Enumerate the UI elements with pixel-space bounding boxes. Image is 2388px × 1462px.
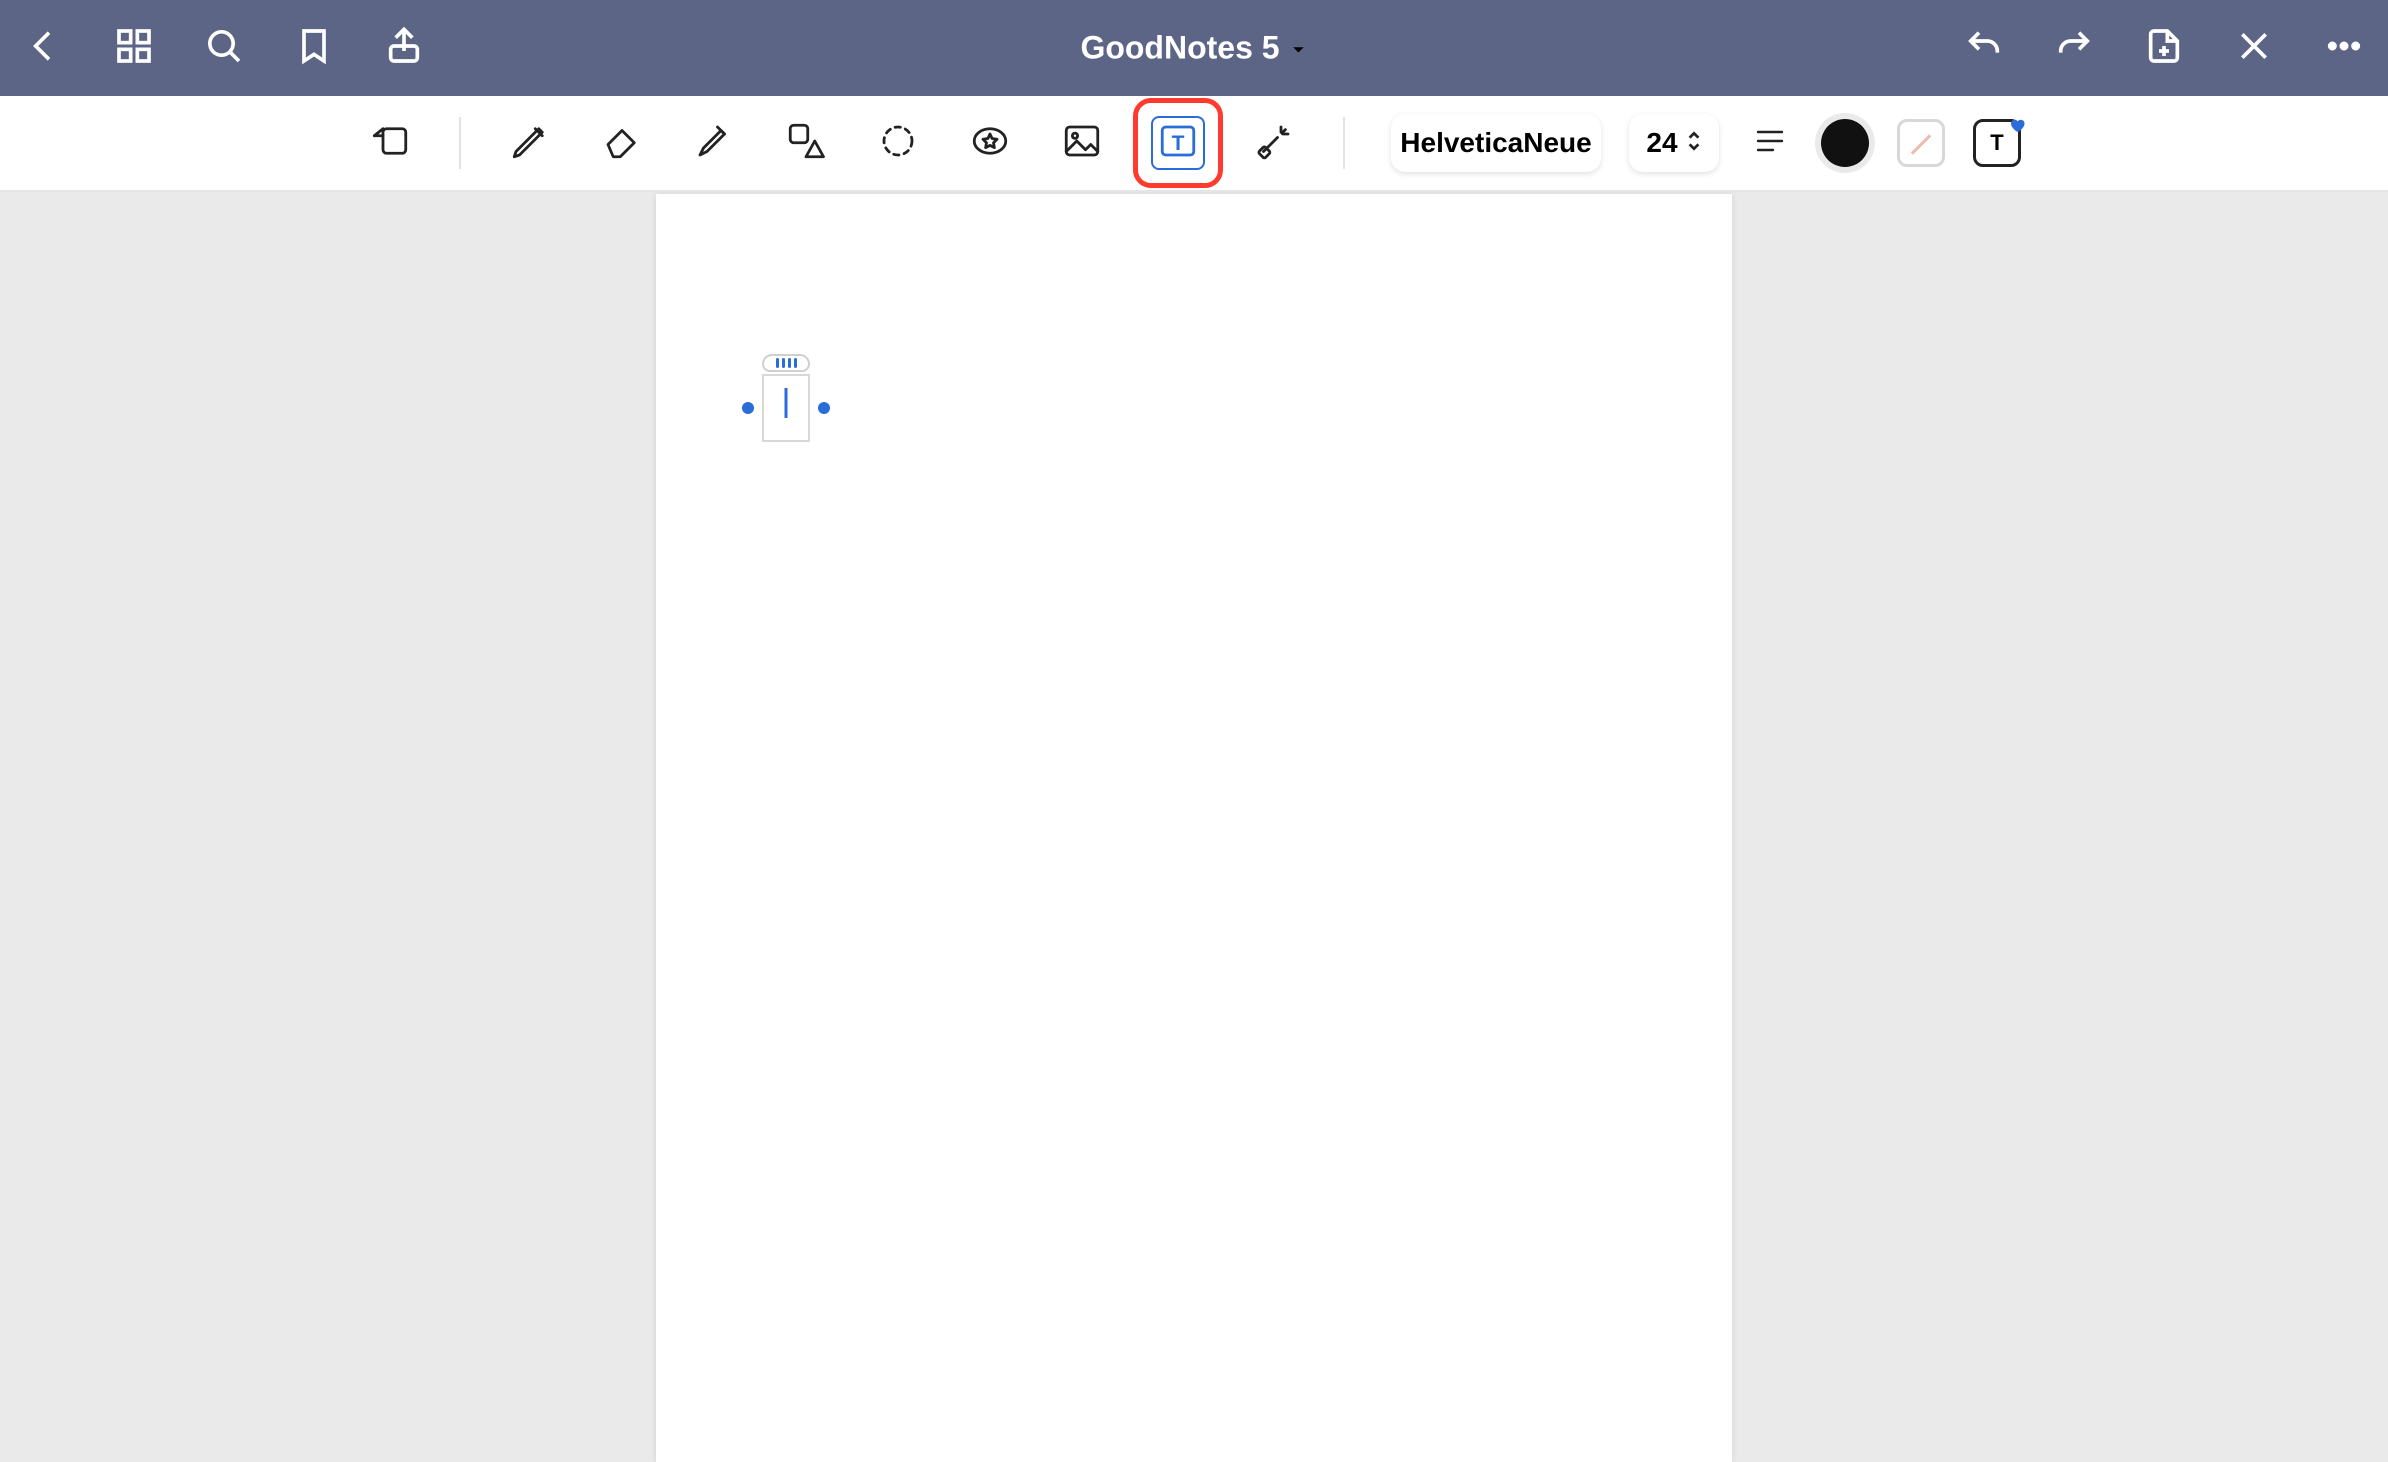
text-format-group: HelveticaNeue 24 T [1391, 114, 2021, 172]
eraser-tool[interactable] [599, 120, 645, 166]
add-page-icon [2144, 26, 2184, 71]
document-page[interactable] [656, 194, 1732, 1462]
resize-handle-right[interactable] [818, 402, 830, 414]
paragraph-style-button[interactable] [1747, 120, 1793, 166]
elements-tool[interactable] [967, 120, 1013, 166]
stepper-arrows-icon [1686, 127, 1702, 159]
textbox-style-label: T [1990, 130, 2003, 156]
text-icon: T [1157, 120, 1199, 167]
text-tool[interactable]: T [1151, 116, 1205, 170]
textbox-style-swatch[interactable]: T [1973, 119, 2021, 167]
star-bubble-icon [969, 120, 1011, 167]
zoom-box-icon [369, 120, 411, 167]
share-icon [384, 26, 424, 71]
undo-button[interactable] [1960, 24, 2008, 72]
text-cursor-caret [785, 388, 788, 419]
top-navbar: GoodNotes 5 [0, 0, 2388, 96]
document-title: GoodNotes 5 [1080, 30, 1279, 67]
bookmark-button[interactable] [290, 24, 338, 72]
text-box-drag-handle[interactable] [762, 354, 810, 372]
thumbnails-button[interactable] [110, 24, 158, 72]
more-button[interactable] [2320, 24, 2368, 72]
resize-handle-left[interactable] [742, 402, 754, 414]
back-button[interactable] [20, 24, 68, 72]
lasso-tool[interactable] [875, 120, 921, 166]
text-color-swatch[interactable] [1821, 119, 1869, 167]
text-background-swatch[interactable] [1897, 119, 1945, 167]
navbar-left-group [20, 0, 428, 96]
image-tool[interactable] [1059, 120, 1105, 166]
highlighter-tool[interactable] [691, 120, 737, 166]
chevron-left-icon [24, 26, 64, 71]
font-size-stepper[interactable]: 24 [1629, 114, 1719, 172]
bookmark-icon [294, 26, 334, 71]
highlighter-icon [693, 120, 735, 167]
share-button[interactable] [380, 24, 428, 72]
svg-text:T: T [1172, 131, 1185, 154]
active-text-box[interactable] [756, 354, 816, 444]
navbar-right-group [1960, 0, 2368, 96]
add-page-button[interactable] [2140, 24, 2188, 72]
paragraph-icon [1752, 123, 1788, 164]
editor-toolbar: T HelveticaNeue 24 T [0, 96, 2388, 192]
document-title-dropdown[interactable]: GoodNotes 5 [1080, 30, 1307, 67]
toolbar-separator [1343, 117, 1345, 169]
redo-button[interactable] [2050, 24, 2098, 72]
font-size-label: 24 [1646, 127, 1677, 159]
chevron-down-icon [1290, 30, 1308, 67]
laser-icon [1253, 120, 1295, 167]
text-box-body[interactable] [762, 374, 810, 442]
favorite-heart-icon [2008, 114, 2026, 132]
close-icon [2234, 26, 2274, 71]
zoom-tool[interactable] [367, 120, 413, 166]
search-icon [204, 26, 244, 71]
pen-tool[interactable] [507, 120, 553, 166]
search-button[interactable] [200, 24, 248, 72]
font-name-label: HelveticaNeue [1400, 127, 1591, 159]
undo-icon [1964, 26, 2004, 71]
laser-tool[interactable] [1251, 120, 1297, 166]
grid-icon [114, 26, 154, 71]
more-icon [2324, 26, 2364, 71]
font-picker[interactable]: HelveticaNeue [1391, 114, 1601, 172]
toolbar-separator [459, 117, 461, 169]
shapes-icon [785, 120, 827, 167]
shape-tool[interactable] [783, 120, 829, 166]
eraser-icon [601, 120, 643, 167]
canvas-area[interactable] [0, 192, 2388, 1462]
close-button[interactable] [2230, 24, 2278, 72]
pen-icon [509, 120, 551, 167]
lasso-icon [877, 120, 919, 167]
image-icon [1061, 120, 1103, 167]
redo-icon [2054, 26, 2094, 71]
